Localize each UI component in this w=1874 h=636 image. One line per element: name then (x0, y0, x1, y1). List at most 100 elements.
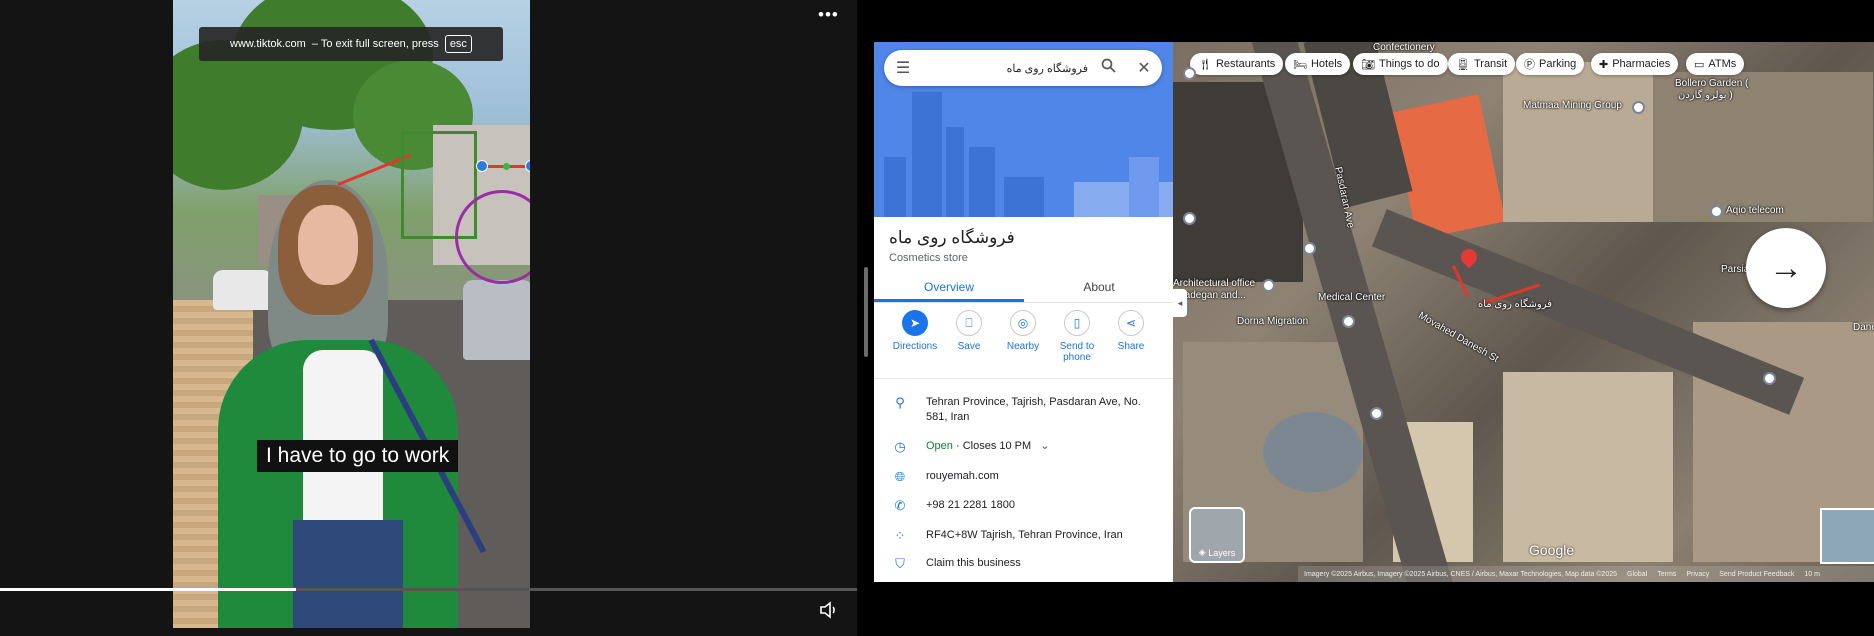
video-caption: I have to go to work (257, 440, 459, 472)
chip-label: Transit (1473, 58, 1508, 70)
annotation-midpoint (503, 163, 510, 170)
phone-text: +98 21 2281 1800 (926, 499, 1016, 511)
bed-icon: 🛏︎ (1293, 58, 1307, 71)
person-shirt (303, 350, 383, 520)
chip-label: Restaurants (1215, 58, 1276, 70)
save-button[interactable]: ⎕ Save (939, 310, 999, 352)
bookmark-icon: ⎕ (956, 310, 982, 336)
collapse-panel-button[interactable]: ◂ (1173, 289, 1187, 317)
share-icon: ⋖ (1118, 310, 1144, 336)
tab-overview[interactable]: Overview (874, 274, 1024, 302)
fullscreen-url: www.tiktok.com (230, 38, 306, 50)
footer-link[interactable]: Privacy (1686, 571, 1709, 578)
action-label: Send to phone (1059, 341, 1095, 363)
chip-things-to-do[interactable]: 📷︎ Things to do (1353, 53, 1448, 75)
chip-pharmacies[interactable]: ✚ Pharmacies (1591, 53, 1679, 75)
search-icon[interactable] (1090, 58, 1126, 78)
action-label: Nearby (1006, 341, 1040, 352)
chip-restaurants[interactable]: 🍴︎ Restaurants (1190, 53, 1284, 75)
hours-text: Open · Closes 10 PM ⌄ (926, 439, 1161, 454)
footer-link[interactable]: Send Product Feedback (1719, 571, 1794, 578)
map-label[interactable]: Bollero Garden ( (1675, 78, 1748, 89)
atm-icon: ▭ (1694, 58, 1705, 71)
parking-icon: Ⓟ (1524, 59, 1535, 71)
split-divider-handle[interactable] (864, 267, 868, 357)
car (213, 270, 273, 310)
share-button[interactable]: ⋖ Share (1101, 310, 1161, 352)
chip-label: Things to do (1378, 58, 1440, 70)
close-icon[interactable]: ✕ (1126, 58, 1162, 78)
shield-icon: ⛉ (895, 556, 905, 571)
closing-time: · Closes 10 PM (955, 440, 1032, 452)
layers-button[interactable]: ◈ Layers (1189, 507, 1245, 563)
action-label: Save (957, 341, 981, 352)
more-options-button[interactable]: ••• (818, 5, 839, 25)
map-pin[interactable] (1763, 372, 1776, 385)
location-pin-icon: ⚲ (895, 395, 905, 410)
street-view-thumbnail[interactable] (1820, 508, 1874, 564)
map-label[interactable]: Medical Center (1318, 292, 1385, 303)
map-pin[interactable] (1710, 205, 1723, 218)
map-pin[interactable] (1303, 242, 1316, 255)
menu-icon[interactable]: ☰ (884, 58, 922, 78)
map-pin[interactable] (1183, 212, 1196, 225)
chevron-down-icon[interactable]: ⌄ (1040, 440, 1049, 452)
train-icon: 🚆︎ (1456, 58, 1470, 71)
city-silhouette (969, 147, 995, 217)
video-frame[interactable]: I have to go to work (173, 0, 530, 628)
camera-icon: 📷︎ (1361, 58, 1375, 71)
volume-button[interactable] (818, 600, 840, 620)
city-silhouette (1004, 177, 1044, 217)
nearby-button[interactable]: ◎ Nearby (993, 310, 1053, 352)
person-face (298, 205, 358, 285)
tiktok-player: I have to go to work www.tiktok.com – To… (0, 0, 857, 636)
video-progress-bar[interactable] (0, 588, 857, 591)
chip-label: Hotels (1310, 58, 1343, 70)
map-pin[interactable] (1342, 315, 1355, 328)
google-maps: ☰ ✕ فروشگاه روی ماه Cosmetics store Over… (874, 42, 1874, 582)
map-label[interactable]: بولرو گاردن ) (1678, 90, 1733, 101)
map-label[interactable]: Aqio telecom (1726, 205, 1784, 216)
send-to-phone-button[interactable]: ▯ Send to phone (1047, 310, 1107, 363)
footer-link[interactable]: Global (1627, 571, 1647, 578)
map-pin[interactable] (1632, 101, 1645, 114)
nearby-icon: ◎ (1010, 310, 1036, 336)
map-label[interactable]: فروشگاه روی ماه (1478, 299, 1552, 310)
city-silhouette (912, 92, 942, 217)
chip-label: Pharmacies (1612, 58, 1671, 70)
person-jeans (293, 520, 403, 628)
chip-parking[interactable]: Ⓟ Parking (1516, 53, 1585, 75)
plus-code-icon: ⁘ (894, 528, 906, 543)
esc-key: esc (444, 35, 472, 53)
annotation-handle[interactable] (476, 160, 488, 172)
chip-hotels[interactable]: 🛏︎ Hotels (1285, 53, 1351, 75)
map-label[interactable]: Matmaa Mining Group (1523, 100, 1622, 111)
tab-about[interactable]: About (1024, 274, 1174, 300)
globe-icon: 🌐︎ (894, 469, 906, 484)
satellite-map[interactable]: 🍴︎ Restaurants 🛏︎ Hotels 📷︎ Things to do 🚆︎… (1173, 42, 1874, 582)
place-tabs: Overview About (874, 274, 1173, 303)
search-bar: ☰ ✕ (884, 50, 1162, 86)
layers-icon: ◈ (1198, 547, 1209, 557)
annotation-red-line (337, 153, 411, 186)
action-label: Share (1117, 341, 1145, 352)
map-pin[interactable] (1370, 407, 1383, 420)
street-label: Movahed Danesh St (1416, 310, 1501, 365)
footer-link[interactable]: Terms (1657, 571, 1676, 578)
search-input[interactable] (922, 61, 1090, 75)
directions-button[interactable]: ➤ Directions (885, 310, 945, 352)
dome-roof (1263, 412, 1363, 492)
map-label[interactable]: Dorna Migration (1237, 316, 1308, 327)
map-label[interactable]: Danesh (1853, 322, 1874, 333)
map-label[interactable]: Architectural office (1173, 278, 1255, 289)
map-pin[interactable] (1183, 67, 1196, 80)
map-pin[interactable] (1262, 279, 1275, 292)
annotation-handle[interactable] (525, 160, 530, 172)
chip-transit[interactable]: 🚆︎ Transit (1448, 53, 1516, 75)
place-panel: ☰ ✕ فروشگاه روی ماه Cosmetics store Over… (874, 42, 1173, 582)
next-arrow-button[interactable]: → (1746, 228, 1826, 308)
action-label: Directions (892, 341, 938, 352)
chip-atms[interactable]: ▭ ATMs (1686, 53, 1745, 75)
pharmacy-icon: ✚ (1599, 58, 1609, 71)
map-label[interactable]: Confectionery (1373, 42, 1435, 53)
